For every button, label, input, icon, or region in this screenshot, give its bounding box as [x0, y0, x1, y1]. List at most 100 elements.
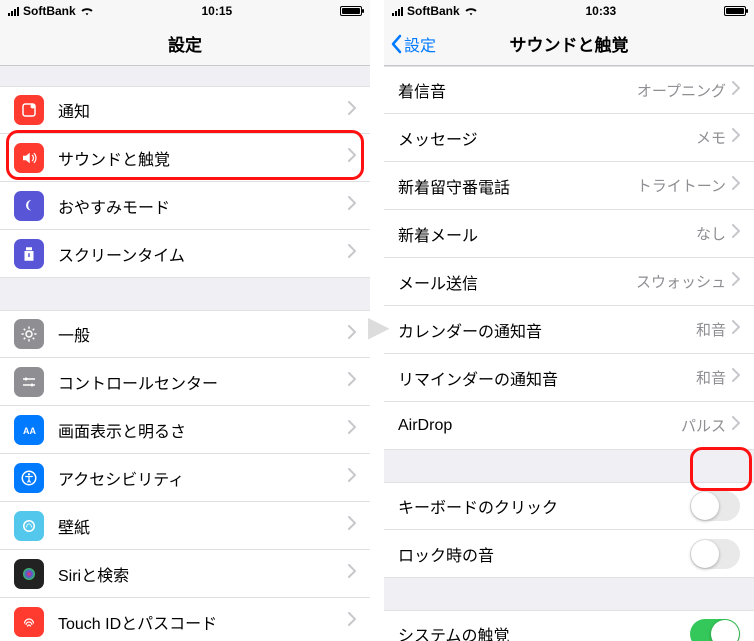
sound-row-message[interactable]: メッセージメモ: [384, 114, 754, 162]
lock-toggle[interactable]: [690, 539, 740, 569]
keyboard-toggle[interactable]: [690, 491, 740, 521]
notifications-icon: [14, 95, 44, 125]
chevron-right-icon: [732, 416, 740, 435]
chevron-right-icon: [348, 244, 356, 263]
chevron-right-icon: [348, 468, 356, 487]
row-detail: なし: [696, 223, 726, 244]
settings-row-controlcenter[interactable]: コントロールセンター: [0, 358, 370, 406]
row-label: 画面表示と明るさ: [58, 418, 348, 442]
haptics-toggle[interactable]: [690, 619, 740, 641]
row-label: 新着留守番電話: [398, 174, 637, 198]
row-label: 通知: [58, 98, 348, 122]
sound-row-reminder[interactable]: リマインダーの通知音和音: [384, 354, 754, 402]
row-label: サウンドと触覚: [58, 146, 348, 170]
wifi-icon: [80, 6, 94, 16]
row-label: メッセージ: [398, 126, 696, 150]
row-label: メール送信: [398, 270, 636, 294]
row-label: Touch IDとパスコード: [58, 610, 348, 634]
wifi-icon: [464, 6, 478, 16]
settings-row-touchid[interactable]: Touch IDとパスコード: [0, 598, 370, 641]
row-label: 着信音: [398, 78, 637, 102]
battery-icon: [724, 6, 746, 16]
chevron-left-icon: [390, 34, 402, 54]
row-label: ロック時の音: [398, 542, 690, 566]
chevron-right-icon: [348, 148, 356, 167]
nav-bar: 設定: [0, 22, 370, 66]
sound-row-sentmail[interactable]: メール送信スウォッシュ: [384, 258, 754, 306]
row-detail: スウォッシュ: [636, 271, 726, 292]
settings-row-siri[interactable]: Siriと検索: [0, 550, 370, 598]
sound-row-calendar[interactable]: カレンダーの通知音和音: [384, 306, 754, 354]
display-icon: AA: [14, 415, 44, 445]
chevron-right-icon: [348, 612, 356, 631]
chevron-right-icon: [348, 196, 356, 215]
chevron-right-icon: [348, 372, 356, 391]
carrier-label: SoftBank: [23, 4, 76, 18]
clock-label: 10:15: [201, 4, 232, 18]
settings-row-accessibility[interactable]: アクセシビリティ: [0, 454, 370, 502]
row-label: 壁紙: [58, 514, 348, 538]
general-icon: [14, 319, 44, 349]
chevron-right-icon: [732, 81, 740, 100]
row-label: カレンダーの通知音: [398, 318, 696, 342]
chevron-right-icon: [348, 420, 356, 439]
chevron-right-icon: [348, 101, 356, 120]
sound-row-airdrop[interactable]: AirDropパルス: [384, 402, 754, 450]
status-bar: SoftBank 10:33: [384, 0, 754, 22]
settings-row-wallpaper[interactable]: 壁紙: [0, 502, 370, 550]
settings-list[interactable]: 通知サウンドと触覚おやすみモードスクリーンタイム 一般コントロールセンター AA 画…: [0, 66, 370, 641]
chevron-right-icon: [732, 224, 740, 243]
toggle-row-keyboard: キーボードのクリック: [384, 482, 754, 530]
chevron-right-icon: [348, 325, 356, 344]
siri-icon: [14, 559, 44, 589]
controlcenter-icon: [14, 367, 44, 397]
nav-bar: 設定 サウンドと触覚: [384, 22, 754, 66]
dnd-icon: [14, 191, 44, 221]
row-label: システムの触覚: [398, 622, 690, 641]
screentime-icon: [14, 239, 44, 269]
wallpaper-icon: [14, 511, 44, 541]
row-label: コントロールセンター: [58, 370, 348, 394]
settings-row-sound[interactable]: サウンドと触覚: [0, 134, 370, 182]
back-button[interactable]: 設定: [390, 32, 436, 56]
back-label: 設定: [404, 32, 436, 56]
row-label: AirDrop: [398, 417, 681, 435]
settings-row-dnd[interactable]: おやすみモード: [0, 182, 370, 230]
settings-row-display[interactable]: AA 画面表示と明るさ: [0, 406, 370, 454]
toggle-row-haptics: システムの触覚: [384, 610, 754, 641]
row-label: キーボードのクリック: [398, 494, 690, 518]
settings-row-screentime[interactable]: スクリーンタイム: [0, 230, 370, 278]
arrow-icon: ▶: [368, 310, 390, 343]
touchid-icon: [14, 607, 44, 637]
clock-label: 10:33: [585, 4, 616, 18]
sound-row-voicemail[interactable]: 新着留守番電話トライトーン: [384, 162, 754, 210]
sounds-list[interactable]: 着信音オープニングメッセージメモ新着留守番電話トライトーン新着メールなしメール送…: [384, 66, 754, 641]
toggle-row-lock: ロック時の音: [384, 530, 754, 578]
sound-icon: [14, 143, 44, 173]
chevron-right-icon: [732, 128, 740, 147]
chevron-right-icon: [348, 564, 356, 583]
row-label: Siriと検索: [58, 562, 348, 586]
chevron-right-icon: [732, 368, 740, 387]
row-detail: 和音: [696, 367, 726, 388]
row-label: アクセシビリティ: [58, 466, 348, 490]
row-detail: オープニング: [637, 80, 726, 101]
row-detail: メモ: [696, 127, 726, 148]
signal-icon: [392, 6, 403, 16]
row-label: おやすみモード: [58, 194, 348, 218]
chevron-right-icon: [732, 320, 740, 339]
page-title: 設定: [168, 31, 202, 56]
page-title: サウンドと触覚: [510, 31, 629, 56]
row-label: スクリーンタイム: [58, 242, 348, 266]
sound-row-ringtone[interactable]: 着信音オープニング: [384, 66, 754, 114]
chevron-right-icon: [732, 176, 740, 195]
svg-text:AA: AA: [23, 425, 36, 435]
signal-icon: [8, 6, 19, 16]
sound-row-newmail[interactable]: 新着メールなし: [384, 210, 754, 258]
battery-icon: [340, 6, 362, 16]
status-bar: SoftBank 10:15: [0, 0, 370, 22]
settings-row-general[interactable]: 一般: [0, 310, 370, 358]
settings-root-screen: SoftBank 10:15 設定 通知サウンドと触覚おやすみモードスクリーンタ…: [0, 0, 370, 641]
settings-row-notifications[interactable]: 通知: [0, 86, 370, 134]
carrier-label: SoftBank: [407, 4, 460, 18]
